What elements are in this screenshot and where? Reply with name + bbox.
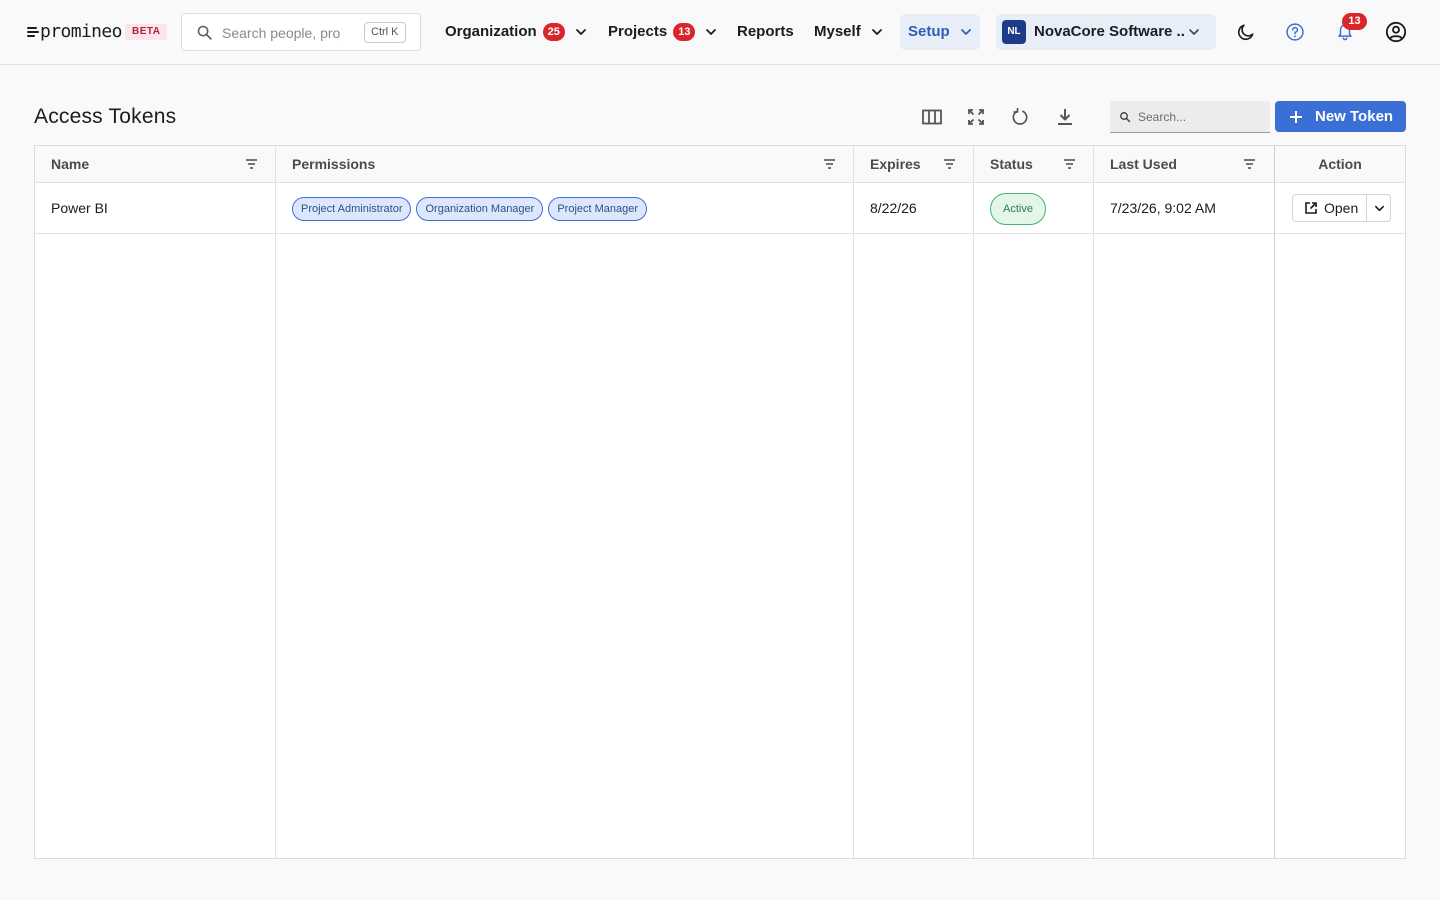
table-row[interactable]: Power BI Project Administrator Organizati… <box>35 183 1405 234</box>
organization-count-badge: 25 <box>542 23 565 41</box>
chevron-down-icon <box>705 26 717 38</box>
nav-organization-label: Organization <box>445 23 537 40</box>
column-header-expires[interactable]: Expires <box>870 146 921 183</box>
nav-projects[interactable]: Projects 13 <box>608 14 717 50</box>
brand-logo[interactable]: promineo <box>27 20 123 44</box>
token-expires: 8/22/26 <box>870 200 917 216</box>
table-header: Name Permissions Expires Status Last Use… <box>35 146 1405 183</box>
table-search-input[interactable] <box>1138 108 1262 126</box>
column-divider <box>1093 146 1094 858</box>
permission-chip: Organization Manager <box>416 197 544 222</box>
refresh-button[interactable] <box>1008 105 1032 129</box>
organization-name: NovaCore Software ... <box>1034 23 1184 40</box>
column-divider <box>973 146 974 858</box>
column-divider <box>275 146 276 858</box>
filter-icon[interactable] <box>1063 158 1076 170</box>
open-button[interactable]: Open <box>1293 195 1367 221</box>
organization-avatar: NL <box>1002 20 1026 44</box>
permission-chip: Project Administrator <box>292 197 412 222</box>
user-avatar-icon <box>1385 21 1407 43</box>
external-link-icon <box>1304 201 1324 215</box>
permission-chip: Project Manager <box>548 197 648 222</box>
nav-myself[interactable]: Myself <box>814 14 883 50</box>
open-button-label: Open <box>1324 200 1359 216</box>
chevron-down-icon <box>575 26 587 38</box>
search-icon <box>1119 111 1131 123</box>
search-icon <box>196 24 213 41</box>
notifications-count-badge: 13 <box>1342 13 1367 30</box>
filter-icon[interactable] <box>245 158 258 170</box>
table-search[interactable] <box>1110 101 1270 133</box>
nav-setup-label: Setup <box>908 23 950 40</box>
dark-mode-toggle[interactable] <box>1234 20 1258 44</box>
token-name: Power BI <box>51 200 108 216</box>
token-last-used: 7/23/26, 9:02 AM <box>1110 200 1216 216</box>
download-button[interactable] <box>1053 105 1077 129</box>
nav-reports-label: Reports <box>737 23 794 40</box>
column-divider <box>1274 146 1275 858</box>
nav-organization[interactable]: Organization 25 <box>445 14 587 50</box>
nav-projects-label: Projects <box>608 23 668 40</box>
token-status: Active <box>990 183 1046 233</box>
top-navigation-bar: promineo BETA Ctrl K Organization 25 Pro… <box>0 0 1440 65</box>
nav-reports[interactable]: Reports <box>737 14 794 50</box>
open-menu-toggle[interactable] <box>1368 195 1390 221</box>
logo-mark-icon <box>27 25 39 39</box>
new-token-button[interactable]: New Token <box>1275 101 1406 132</box>
moon-icon <box>1236 22 1256 42</box>
fullscreen-button[interactable] <box>964 105 988 129</box>
columns-icon <box>922 109 942 125</box>
columns-button[interactable] <box>920 105 944 129</box>
chevron-down-icon <box>871 26 883 38</box>
filter-icon[interactable] <box>943 158 956 170</box>
projects-count-badge: 13 <box>673 23 696 41</box>
chevron-down-icon <box>960 26 972 38</box>
filter-icon[interactable] <box>823 158 836 170</box>
column-header-status[interactable]: Status <box>990 146 1033 183</box>
nav-myself-label: Myself <box>814 23 861 40</box>
global-search-input[interactable] <box>222 23 340 43</box>
access-tokens-table: Name Permissions Expires Status Last Use… <box>34 145 1406 859</box>
download-icon <box>1056 107 1074 127</box>
column-header-last-used[interactable]: Last Used <box>1110 146 1177 183</box>
filter-icon[interactable] <box>1243 158 1256 170</box>
column-header-permissions[interactable]: Permissions <box>292 146 375 183</box>
global-search[interactable]: Ctrl K <box>181 13 421 51</box>
user-account-button[interactable] <box>1384 20 1408 44</box>
brand-name: promineo <box>40 21 123 42</box>
organization-switcher[interactable]: NL NovaCore Software ... <box>996 14 1216 50</box>
new-token-label: New Token <box>1315 108 1394 125</box>
column-header-action: Action <box>1318 156 1362 172</box>
open-action-group: Open <box>1292 194 1391 222</box>
column-divider <box>853 146 854 858</box>
token-permissions: Project Administrator Organization Manage… <box>292 183 652 233</box>
refresh-icon <box>1010 107 1030 127</box>
plus-icon <box>1289 110 1303 124</box>
chevron-down-icon <box>1188 26 1200 38</box>
nav-setup[interactable]: Setup <box>900 14 980 50</box>
page-title: Access Tokens <box>34 105 177 128</box>
status-badge: Active <box>990 193 1046 226</box>
column-header-name[interactable]: Name <box>51 146 89 183</box>
keyboard-shortcut-hint: Ctrl K <box>364 22 406 43</box>
help-button[interactable] <box>1283 20 1307 44</box>
fullscreen-icon <box>967 108 985 126</box>
chevron-down-icon <box>1374 203 1385 214</box>
beta-badge: BETA <box>125 24 168 40</box>
help-icon <box>1285 22 1305 42</box>
